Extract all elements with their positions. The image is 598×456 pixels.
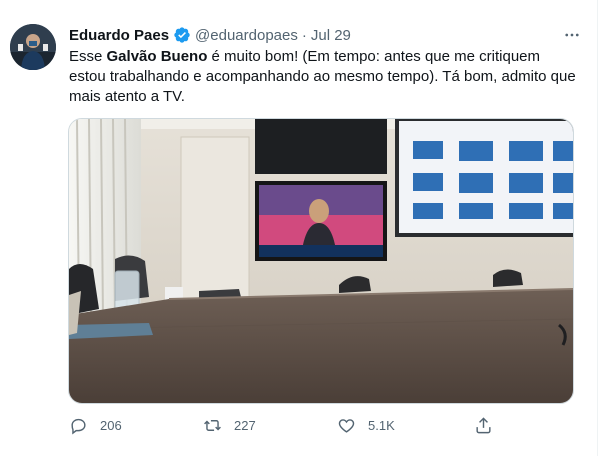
tweet-header: Eduardo Paes @eduardopaes · Jul 29 [69, 24, 351, 46]
reply-count: 206 [100, 417, 122, 433]
more-options-icon[interactable] [561, 24, 583, 46]
like-button[interactable]: 5.1K [337, 414, 395, 436]
share-icon [474, 416, 493, 435]
tweet-card[interactable]: Eduardo Paes @eduardopaes · Jul 29 Esse … [0, 0, 598, 456]
avatar-image [10, 24, 56, 70]
tweet-text-part1: Esse [69, 48, 107, 65]
retweet-icon [203, 416, 222, 435]
author-name[interactable]: Eduardo Paes [69, 27, 169, 44]
like-count: 5.1K [368, 417, 395, 433]
retweet-count: 227 [234, 417, 256, 433]
office-room-photo [69, 119, 573, 403]
heart-icon [337, 416, 356, 435]
author-handle[interactable]: @eduardopaes [195, 27, 298, 44]
verified-badge-icon [173, 26, 191, 44]
reply-icon [69, 416, 88, 435]
tweet-actions: 206 227 5.1K [69, 414, 579, 436]
separator-dot: · [301, 26, 307, 44]
tweet-date[interactable]: Jul 29 [311, 27, 351, 44]
reply-button[interactable]: 206 [69, 414, 122, 436]
tweet-text: Esse Galvão Bueno é muito bom! (Em tempo… [69, 47, 579, 107]
avatar[interactable] [10, 24, 56, 70]
retweet-button[interactable]: 227 [203, 414, 256, 436]
share-button[interactable] [474, 414, 493, 436]
tweet-text-mention: Galvão Bueno [106, 48, 208, 65]
tweet-photo[interactable] [68, 118, 574, 404]
